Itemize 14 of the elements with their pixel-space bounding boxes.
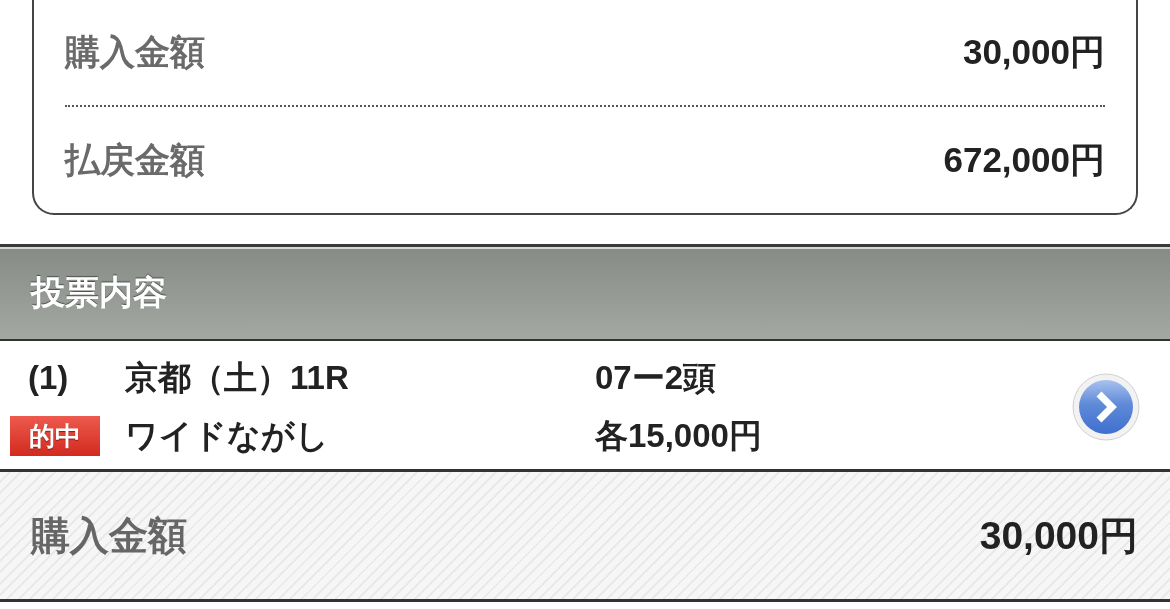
summary-label: 払戻金額 <box>65 138 205 181</box>
bet-number: (1) <box>28 359 69 397</box>
summary-label: 購入金額 <box>65 31 205 73</box>
bet-combination: 07ー2頭 <box>595 357 717 398</box>
chevron-circle-icon[interactable] <box>1072 373 1140 441</box>
summary-value: 672,000円 <box>943 138 1105 181</box>
race-name: 京都（土）11R <box>125 357 349 398</box>
hit-badge: 的中 <box>10 416 100 456</box>
bet-amount: 各15,000円 <box>595 415 762 456</box>
section-title: 投票内容 <box>31 272 167 313</box>
total-label: 購入金額 <box>31 512 187 559</box>
total-value: 30,000円 <box>979 512 1138 559</box>
summary-value: 30,000円 <box>962 31 1105 73</box>
bet-type: ワイドながし <box>125 415 329 456</box>
